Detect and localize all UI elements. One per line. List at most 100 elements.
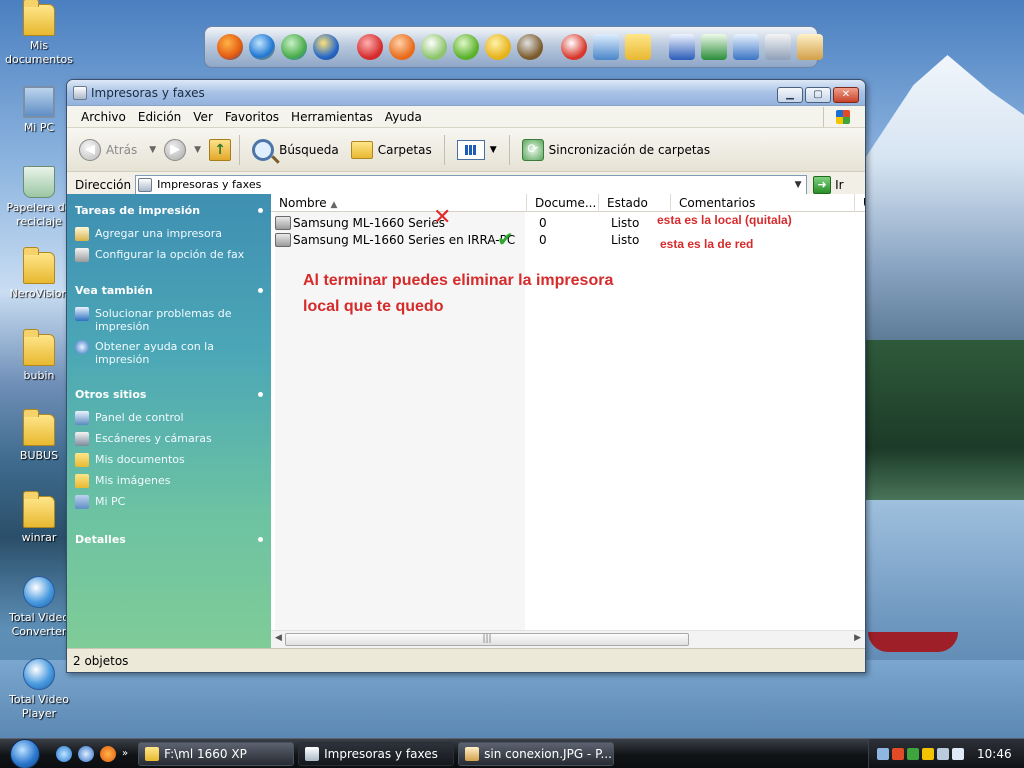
menu-ayuda[interactable]: Ayuda xyxy=(379,110,428,124)
system-tray: 10:46 xyxy=(868,739,1024,768)
collapse-icon[interactable] xyxy=(258,537,263,542)
column-header-more[interactable]: U xyxy=(855,194,865,212)
network-tray-icon[interactable] xyxy=(877,748,889,760)
security-tray-icon[interactable] xyxy=(892,748,904,760)
start-button[interactable] xyxy=(0,738,50,768)
link-configurar-fax[interactable]: Configurar la opción de fax xyxy=(75,248,263,262)
collapse-icon[interactable] xyxy=(258,208,263,213)
media-player-icon[interactable] xyxy=(313,34,339,60)
title-bar[interactable]: Impresoras y faxes ▁ ▢ ✕ xyxy=(67,80,865,106)
taskbar-item-paint[interactable]: sin conexion.JPG - P... xyxy=(458,741,615,766)
taskbar-item-impresoras[interactable]: Impresoras y faxes xyxy=(298,741,455,766)
section-header[interactable]: Detalles xyxy=(75,533,263,546)
red-x-mark-icon: ✕ xyxy=(433,205,452,230)
back-history-dropdown[interactable]: ▼ xyxy=(149,145,156,155)
video-converter-icon xyxy=(23,576,55,608)
menu-edicion[interactable]: Edición xyxy=(132,110,187,124)
search-button[interactable]: Búsqueda xyxy=(248,136,343,164)
link-panel-control[interactable]: Panel de control xyxy=(75,411,263,425)
menu-archivo[interactable]: Archivo xyxy=(75,110,132,124)
folder-icon xyxy=(145,746,160,761)
clock[interactable]: 10:46 xyxy=(977,747,1012,761)
maximize-button[interactable]: ▢ xyxy=(805,87,831,103)
paint-icon xyxy=(465,746,480,761)
link-solucionar-problemas[interactable]: Solucionar problemas de impresión xyxy=(75,307,263,333)
up-folder-button[interactable]: ↑ xyxy=(209,138,232,161)
poker-icon[interactable] xyxy=(357,34,383,60)
column-header-estado[interactable]: Estado xyxy=(599,194,671,212)
game-icon[interactable] xyxy=(517,34,543,60)
dock-bar xyxy=(204,26,823,68)
address-input[interactable]: Impresoras y faxes ▼ xyxy=(135,174,808,195)
folders-button[interactable]: Carpetas xyxy=(347,138,436,162)
duck-icon[interactable] xyxy=(485,34,511,60)
sync-folders-button[interactable]: ⟳ Sincronización de carpetas xyxy=(518,136,714,164)
computer-tray-icon[interactable] xyxy=(937,748,949,760)
link-mis-imagenes[interactable]: Mis imágenes xyxy=(75,474,263,488)
table-row[interactable]: Samsung ML-1660 Series en IRRA-PC 0 List… xyxy=(271,231,865,248)
forward-history-dropdown[interactable]: ▼ xyxy=(194,145,201,155)
link-mi-pc[interactable]: Mi PC xyxy=(75,495,263,509)
excel-icon[interactable] xyxy=(701,34,727,60)
collapse-icon[interactable] xyxy=(258,392,263,397)
section-title: Otros sitios xyxy=(75,388,147,401)
desktop-icon-mis-documentos[interactable]: Mis documentos xyxy=(0,0,78,67)
column-header-comentarios[interactable]: Comentarios xyxy=(671,194,855,212)
notepad-icon[interactable] xyxy=(733,34,759,60)
link-agregar-impresora[interactable]: Agregar una impresora xyxy=(75,227,263,241)
flower-app-icon[interactable] xyxy=(421,34,447,60)
section-header[interactable]: Otros sitios xyxy=(75,388,263,401)
utorrent-icon[interactable] xyxy=(453,34,479,60)
column-header-documentos[interactable]: Docume... xyxy=(527,194,599,212)
forward-button[interactable]: ▶ xyxy=(164,138,187,161)
link-label: Obtener ayuda con la impresión xyxy=(95,340,214,366)
ie-icon[interactable] xyxy=(56,745,72,762)
volume-tray-icon[interactable] xyxy=(952,748,964,760)
paint-icon[interactable] xyxy=(797,34,823,60)
menu-herramientas[interactable]: Herramientas xyxy=(285,110,379,124)
show-desktop-icon[interactable] xyxy=(78,745,94,762)
column-headers: Nombre ▲ Docume... Estado Comentarios U xyxy=(271,194,865,212)
section-header[interactable]: Tareas de impresión xyxy=(75,204,263,217)
question-icon xyxy=(75,340,89,354)
link-escaneres-camaras[interactable]: Escáneres y cámaras xyxy=(75,432,263,446)
minimize-button[interactable]: ▁ xyxy=(777,87,803,103)
scroll-right-icon[interactable]: ▶ xyxy=(854,633,861,643)
app-tray-icon[interactable] xyxy=(907,748,919,760)
network-icon[interactable] xyxy=(593,34,619,60)
back-button[interactable]: ◀ Atrás xyxy=(75,136,141,164)
views-button[interactable]: ▼ xyxy=(453,137,501,163)
menu-bar: Archivo Edición Ver Favoritos Herramient… xyxy=(67,106,865,128)
ie-icon[interactable] xyxy=(249,34,275,60)
app-icon[interactable] xyxy=(561,34,587,60)
link-label: Mis imágenes xyxy=(95,474,171,487)
calculator-icon[interactable] xyxy=(765,34,791,60)
link-mis-documentos[interactable]: Mis documentos xyxy=(75,453,263,467)
toolbar-separator xyxy=(443,134,445,165)
column-header-nombre[interactable]: Nombre ▲ xyxy=(271,194,527,212)
taskbar-item-ml1660[interactable]: F:\ml 1660 XP xyxy=(138,741,295,766)
desktop-icon-label: Mis documentos xyxy=(5,39,73,66)
collapse-icon[interactable] xyxy=(258,288,263,293)
p-icon[interactable] xyxy=(389,34,415,60)
scrollbar-thumb[interactable]: ||| xyxy=(285,633,689,646)
annotation-line: Al terminar puedes eliminar la impresora xyxy=(303,272,614,289)
section-header[interactable]: Vea también xyxy=(75,284,263,297)
scroll-left-icon[interactable]: ◀ xyxy=(275,633,282,643)
menu-favoritos[interactable]: Favoritos xyxy=(219,110,285,124)
warning-tray-icon[interactable] xyxy=(922,748,934,760)
close-button[interactable]: ✕ xyxy=(833,87,859,103)
firefox-icon[interactable] xyxy=(217,34,243,60)
go-button[interactable]: ➜ Ir xyxy=(813,175,844,194)
messenger-icon[interactable] xyxy=(281,34,307,60)
link-obtener-ayuda[interactable]: Obtener ayuda con la impresión xyxy=(75,340,263,366)
firefox-icon[interactable] xyxy=(100,745,116,762)
quick-launch: » xyxy=(50,745,134,762)
chevron-right-icon[interactable]: » xyxy=(122,748,128,759)
annotation-main: Al terminar puedes eliminar la impresora… xyxy=(303,268,613,320)
horizontal-scrollbar[interactable]: ◀ ||| ▶ xyxy=(271,630,865,648)
menu-ver[interactable]: Ver xyxy=(187,110,219,124)
folder-icon[interactable] xyxy=(625,34,651,60)
chevron-down-icon[interactable]: ▼ xyxy=(790,176,806,194)
word-icon[interactable] xyxy=(669,34,695,60)
